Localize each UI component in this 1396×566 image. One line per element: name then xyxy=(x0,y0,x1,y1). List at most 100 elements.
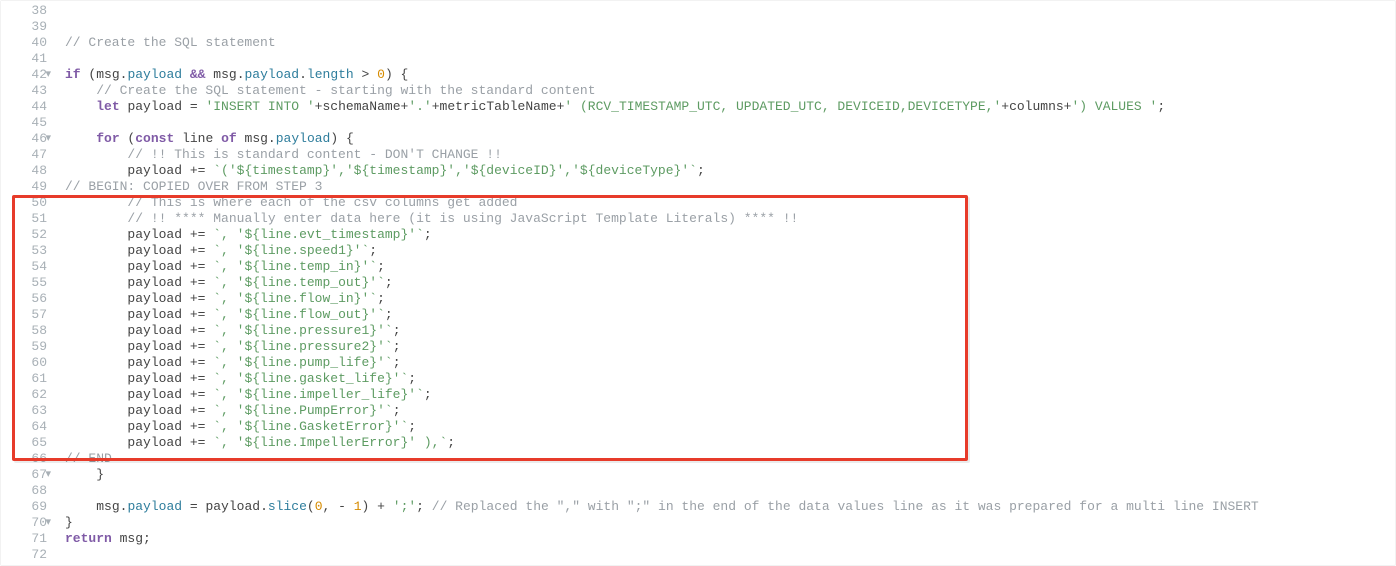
code-line[interactable]: // END xyxy=(65,451,1395,467)
code-line[interactable]: } xyxy=(65,515,1395,531)
code-line[interactable]: // Create the SQL statement - starting w… xyxy=(65,83,1395,99)
token-op: += xyxy=(182,259,213,274)
token-op: += xyxy=(182,435,213,450)
code-editor[interactable]: 3839404142▾43444546▾47484950515253545556… xyxy=(0,0,1396,566)
token-op: ( xyxy=(81,67,97,82)
token-indent xyxy=(65,275,127,290)
code-line[interactable]: // This is where each of the csv columns… xyxy=(65,195,1395,211)
token-str: `, '${line.pressure1}'` xyxy=(213,323,392,338)
token-num: 0 xyxy=(315,499,323,514)
gutter-line: 59 xyxy=(1,339,47,355)
token-indent xyxy=(65,419,127,434)
gutter-line: 40 xyxy=(1,35,47,51)
token-indent xyxy=(65,291,127,306)
token-str: '.' xyxy=(408,99,431,114)
code-line[interactable] xyxy=(65,51,1395,67)
code-line[interactable]: payload += `, '${line.temp_in}'`; xyxy=(65,259,1395,275)
token-str: `('${timestamp}','${timestamp}','${devic… xyxy=(213,163,697,178)
token-ident: payload xyxy=(127,403,182,418)
code-line[interactable]: payload += `, '${line.evt_timestamp}'`; xyxy=(65,227,1395,243)
gutter-line: 46▾ xyxy=(1,131,47,147)
token-num: 1 xyxy=(354,499,362,514)
token-op: += xyxy=(182,371,213,386)
token-op: += xyxy=(182,403,213,418)
code-line[interactable]: payload += `, '${line.pressure1}'`; xyxy=(65,323,1395,339)
token-op: ( xyxy=(120,131,136,146)
token-comment: // BEGIN: COPIED OVER FROM STEP 3 xyxy=(65,179,322,194)
gutter-line: 66 xyxy=(1,451,47,467)
code-line[interactable]: msg.payload = payload.slice(0, - 1) + ';… xyxy=(65,499,1395,515)
code-line[interactable]: payload += `, '${line.speed1}'`; xyxy=(65,243,1395,259)
token-ident: payload xyxy=(127,99,182,114)
token-keyword: if xyxy=(65,67,81,82)
token-comment: // Create the SQL statement - starting w… xyxy=(96,83,595,98)
code-line[interactable] xyxy=(65,483,1395,499)
gutter-line: 45 xyxy=(1,115,47,131)
token-op: > xyxy=(354,67,377,82)
gutter-line: 39 xyxy=(1,19,47,35)
fold-marker-icon[interactable]: ▾ xyxy=(45,132,51,146)
code-line[interactable]: payload += `, '${line.pressure2}'`; xyxy=(65,339,1395,355)
code-line[interactable]: payload += `, '${line.impeller_life}'`; xyxy=(65,387,1395,403)
token-op: ( xyxy=(307,499,315,514)
token-prop: slice xyxy=(268,499,307,514)
token-op: ) { xyxy=(385,67,408,82)
code-line[interactable]: for (const line of msg.payload) { xyxy=(65,131,1395,147)
code-line[interactable] xyxy=(65,115,1395,131)
token-indent xyxy=(65,467,96,482)
token-op: } xyxy=(65,515,73,530)
token-str: ') VALUES ' xyxy=(1071,99,1157,114)
token-comment: // This is where each of the csv columns… xyxy=(127,195,517,210)
token-op xyxy=(237,131,245,146)
token-op: += xyxy=(182,227,213,242)
token-op: ; xyxy=(377,291,385,306)
code-line[interactable]: if (msg.payload && msg.payload.length > … xyxy=(65,67,1395,83)
code-line[interactable]: // !! This is standard content - DON'T C… xyxy=(65,147,1395,163)
code-line[interactable]: } xyxy=(65,467,1395,483)
token-prop: payload xyxy=(245,67,300,82)
token-prop: payload xyxy=(276,131,331,146)
code-line[interactable]: payload += `, '${line.temp_out}'`; xyxy=(65,275,1395,291)
code-line[interactable]: payload += `, '${line.PumpError}'`; xyxy=(65,403,1395,419)
token-ident: payload xyxy=(127,243,182,258)
code-line[interactable]: payload += `, '${line.GasketError}'`; xyxy=(65,419,1395,435)
code-area[interactable]: // Create the SQL statementif (msg.paylo… xyxy=(53,1,1395,565)
fold-marker-icon[interactable]: ▾ xyxy=(45,468,51,482)
token-op: ; xyxy=(408,419,416,434)
code-line[interactable]: payload += `, '${line.pump_life}'`; xyxy=(65,355,1395,371)
fold-marker-icon[interactable]: ▾ xyxy=(45,516,51,530)
code-line[interactable] xyxy=(65,19,1395,35)
code-line[interactable]: payload += `, '${line.flow_in}'`; xyxy=(65,291,1395,307)
gutter-line: 57 xyxy=(1,307,47,323)
code-line[interactable]: // Create the SQL statement xyxy=(65,35,1395,51)
gutter-line: 71 xyxy=(1,531,47,547)
code-line[interactable]: let payload = 'INSERT INTO '+schemaName+… xyxy=(65,99,1395,115)
code-line[interactable]: // BEGIN: COPIED OVER FROM STEP 3 xyxy=(65,179,1395,195)
token-op: ; xyxy=(408,371,416,386)
code-line[interactable]: payload += `, '${line.flow_out}'`; xyxy=(65,307,1395,323)
code-line[interactable]: payload += `, '${line.ImpellerError}' ),… xyxy=(65,435,1395,451)
token-op: += xyxy=(182,419,213,434)
fold-marker-icon[interactable]: ▾ xyxy=(45,68,51,82)
token-indent xyxy=(65,211,127,226)
token-indent xyxy=(65,355,127,370)
code-line[interactable]: // !! **** Manually enter data here (it … xyxy=(65,211,1395,227)
code-line[interactable]: payload += `('${timestamp}','${timestamp… xyxy=(65,163,1395,179)
token-op: ; xyxy=(393,355,401,370)
gutter-line: 48 xyxy=(1,163,47,179)
token-ident: payload xyxy=(127,435,182,450)
code-line[interactable]: return msg; xyxy=(65,531,1395,547)
token-op: += xyxy=(182,339,213,354)
token-op: = xyxy=(182,99,205,114)
token-ident: payload xyxy=(127,323,182,338)
token-op: += xyxy=(182,275,213,290)
gutter-line: 56 xyxy=(1,291,47,307)
code-line[interactable] xyxy=(65,3,1395,19)
gutter-line: 47 xyxy=(1,147,47,163)
token-str: ' (RCV_TIMESTAMP_UTC, UPDATED_UTC, DEVIC… xyxy=(564,99,1001,114)
token-indent xyxy=(65,499,96,514)
gutter-line: 51 xyxy=(1,211,47,227)
token-op: ; xyxy=(377,259,385,274)
code-line[interactable]: payload += `, '${line.gasket_life}'`; xyxy=(65,371,1395,387)
token-op: += xyxy=(182,323,213,338)
